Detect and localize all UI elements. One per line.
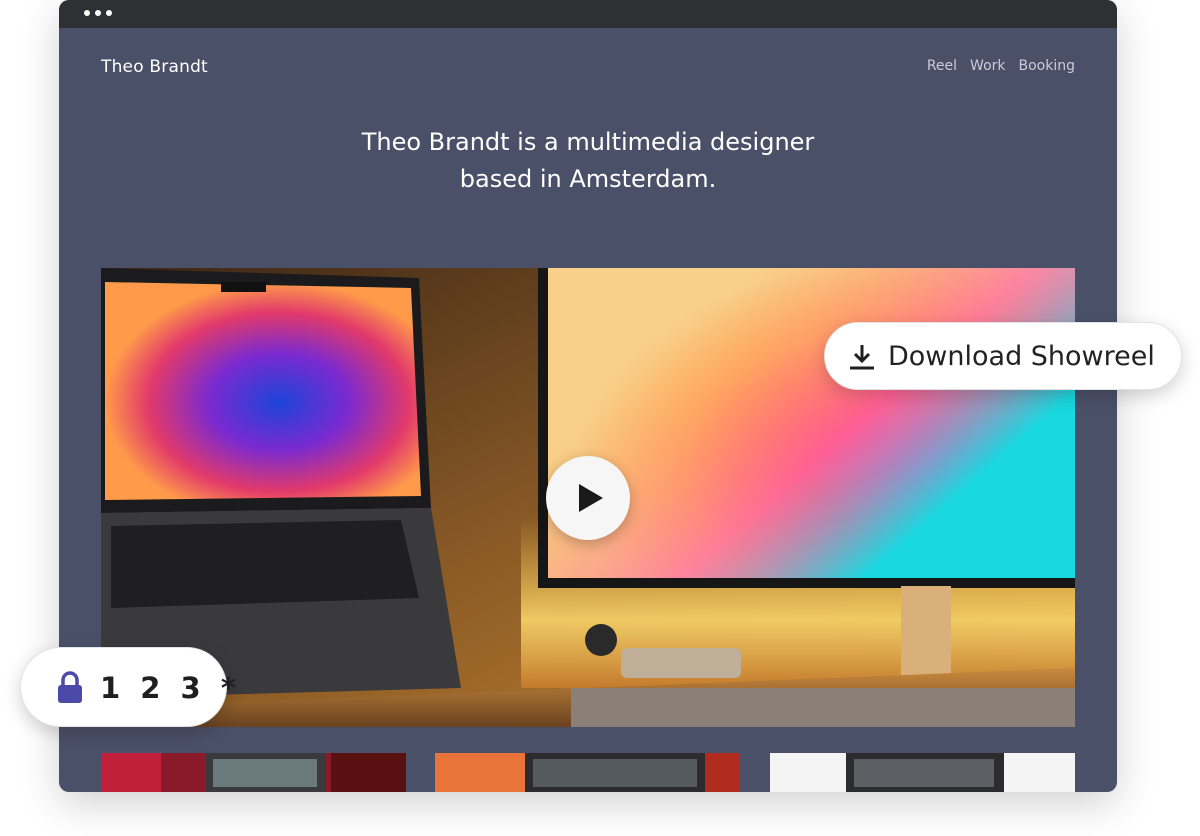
download-showreel-label: Download Showreel <box>888 341 1155 372</box>
work-thumbnail[interactable] <box>101 753 406 792</box>
main-nav: Reel Work Booking <box>927 58 1075 74</box>
play-icon <box>579 484 603 512</box>
lock-icon <box>58 671 82 703</box>
download-icon <box>850 345 874 370</box>
nav-item-booking[interactable]: Booking <box>1019 58 1076 74</box>
thumbnail-image <box>770 753 1075 792</box>
passcode-badge: 1 2 3 * <box>20 647 236 727</box>
hero-headline-line-1: Theo Brandt is a multimedia designer <box>361 128 815 156</box>
nav-item-reel[interactable]: Reel <box>927 58 957 74</box>
thumbnail-image <box>101 753 406 792</box>
thumbnail-image <box>435 753 740 792</box>
site-name[interactable]: Theo Brandt <box>101 57 208 77</box>
window-dot-icon <box>106 10 112 16</box>
hero-headline: Theo Brandt is a multimedia designer bas… <box>59 124 1117 198</box>
play-button[interactable] <box>546 456 630 540</box>
work-thumbnails <box>101 753 1075 792</box>
download-showreel-button[interactable]: Download Showreel <box>824 322 1182 390</box>
passcode-value: 1 2 3 * <box>100 671 241 705</box>
work-thumbnail[interactable] <box>770 753 1075 792</box>
window-dot-icon <box>95 10 101 16</box>
work-thumbnail[interactable] <box>435 753 740 792</box>
window-dot-icon <box>84 10 90 16</box>
window-titlebar <box>59 0 1117 28</box>
hero-headline-line-2: based in Amsterdam. <box>459 165 717 193</box>
nav-item-work[interactable]: Work <box>970 58 1005 74</box>
